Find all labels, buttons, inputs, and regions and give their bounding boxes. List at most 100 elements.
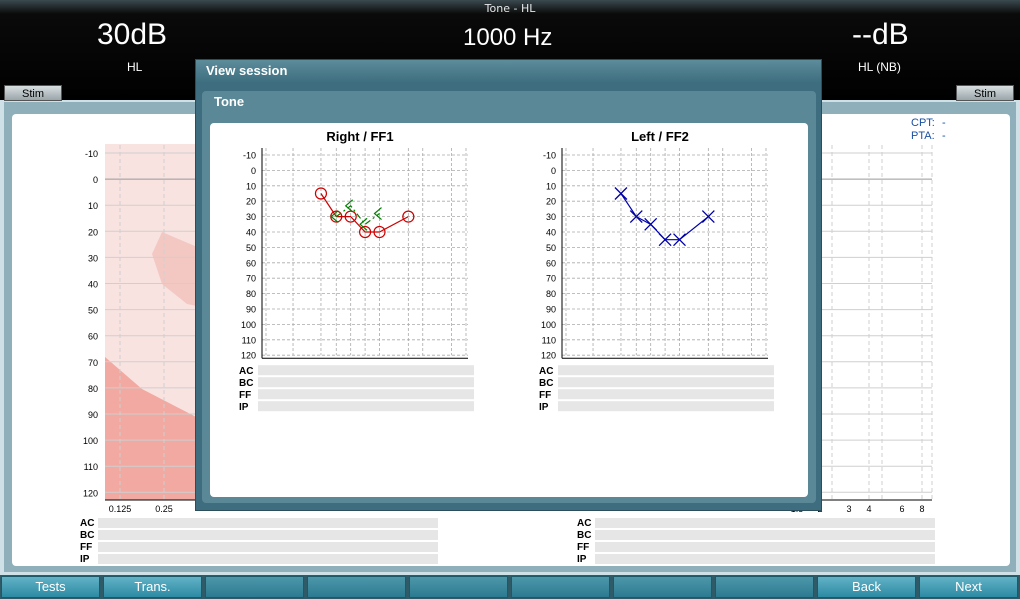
bottom-toolbar: Tests Trans. Back Next (0, 575, 1020, 599)
y-tick-label: -10 (543, 151, 556, 161)
bg-right-row-bar (595, 530, 935, 540)
row-bar (558, 365, 774, 376)
window-title: Tone - HL (484, 2, 536, 15)
toolbar-button-back[interactable]: Back (817, 576, 916, 598)
bg-left-row-bar (98, 518, 438, 528)
stim-left-button[interactable]: Stim (4, 85, 62, 101)
row-label: IP (539, 402, 549, 413)
data-point-chevron (344, 199, 354, 213)
bg-y-tick: 110 (84, 462, 98, 472)
bg-left-row-bar (98, 530, 438, 540)
bg-y-tick: 100 (83, 436, 98, 446)
row-label: BC (539, 378, 553, 389)
right-level-readout: --dB (852, 18, 909, 51)
bg-right-row-label: BC (577, 530, 591, 541)
y-tick-label: 50 (246, 243, 256, 253)
pta-value: - (942, 130, 946, 142)
row-label: AC (239, 366, 253, 377)
y-tick-label: 100 (541, 320, 556, 330)
tone-results-panel: Right / FF1 -10 0 10 20 30 40 50 60 70 80 90 100 110 1… (210, 123, 808, 497)
bg-right-x-tick: 3 (846, 504, 851, 514)
row-label: BC (239, 378, 253, 389)
bg-left-row-label: IP (80, 554, 90, 565)
y-tick-label: 80 (246, 289, 256, 299)
row-bar (258, 377, 474, 388)
bg-left-row-bar (98, 554, 438, 564)
bg-right-x-tick: 6 (899, 504, 904, 514)
cpt-label: CPT: (911, 117, 935, 129)
bg-left-x-tick: 0.125 (109, 504, 132, 514)
bg-left-row-bar (98, 542, 438, 552)
bg-y-tick: 30 (88, 253, 98, 263)
y-tick-label: 30 (246, 212, 256, 222)
y-tick-label: 70 (246, 274, 256, 284)
bg-y-tick: 90 (88, 410, 98, 420)
bg-y-tick: 70 (88, 358, 98, 368)
toolbar-button-next[interactable]: Next (919, 576, 1018, 598)
y-tick-label: 120 (241, 351, 256, 361)
bg-y-tick: 40 (88, 280, 98, 290)
row-bar (258, 365, 474, 376)
y-tick-label: 110 (242, 335, 256, 345)
bg-left-row-label: AC (80, 518, 94, 529)
data-point-chevron (373, 207, 382, 220)
y-tick-label: 10 (546, 181, 556, 191)
toolbar-button-empty-4 (409, 576, 508, 598)
bg-right-row-bar (595, 542, 935, 552)
y-tick-label: -10 (243, 151, 256, 161)
right-unit-label: HL (NB) (858, 60, 901, 74)
bg-y-tick: -10 (85, 149, 98, 159)
session-audiograms: Right / FF1-1001020304050607080901001101… (239, 129, 774, 413)
frequency-readout: 1000 Hz (463, 24, 553, 51)
chart-title: Left / FF2 (631, 129, 689, 144)
stim-right-button[interactable]: Stim (956, 85, 1014, 101)
bg-left-row-label: FF (80, 542, 92, 553)
bg-left-row-label: BC (80, 530, 94, 541)
y-tick-label: 0 (551, 166, 556, 176)
bg-right-row-label: IP (577, 554, 587, 565)
y-tick-label: 80 (546, 289, 556, 299)
cpt-value: - (942, 117, 946, 129)
y-tick-label: 10 (246, 181, 256, 191)
row-label: FF (539, 390, 551, 401)
bg-right-row-bar (595, 554, 935, 564)
toolbar-button-trans[interactable]: Trans. (103, 576, 202, 598)
row-bar (558, 389, 774, 400)
y-tick-label: 50 (546, 243, 556, 253)
bg-y-tick: 120 (83, 488, 98, 498)
tone-section-title: Tone (214, 94, 245, 109)
bg-y-tick: 10 (88, 201, 98, 211)
row-bar (258, 401, 474, 412)
bg-right-x-tick: 8 (919, 504, 924, 514)
view-session-dialog: View session Tone Right / FF1 -10 0 10 20 30 4… (195, 59, 822, 511)
row-label: IP (239, 402, 249, 413)
y-tick-label: 40 (246, 228, 256, 238)
bg-right-x-tick: 4 (866, 504, 871, 514)
bg-right-row-label: AC (577, 518, 591, 529)
chart-title: Right / FF1 (326, 129, 393, 144)
y-tick-label: 60 (546, 258, 556, 268)
y-tick-label: 0 (251, 166, 256, 176)
y-tick-label: 60 (246, 258, 256, 268)
row-bar (558, 377, 774, 388)
y-tick-label: 70 (546, 274, 556, 284)
y-tick-label: 110 (542, 335, 556, 345)
y-tick-label: 120 (541, 351, 556, 361)
row-bar (258, 389, 474, 400)
bg-y-tick: 20 (88, 227, 98, 237)
y-tick-label: 30 (546, 212, 556, 222)
row-label: AC (539, 366, 553, 377)
dialog-title: View session (196, 60, 821, 82)
bg-left-x-tick: 0.25 (155, 504, 173, 514)
toolbar-button-empty-6 (613, 576, 712, 598)
y-tick-label: 40 (546, 228, 556, 238)
y-tick-label: 20 (546, 197, 556, 207)
toolbar-button-empty-3 (307, 576, 406, 598)
row-bar (558, 401, 774, 412)
toolbar-button-tests[interactable]: Tests (1, 576, 100, 598)
bg-y-tick: 60 (88, 332, 98, 342)
left-level-readout: 30dB (97, 18, 168, 51)
toolbar-button-empty-5 (511, 576, 610, 598)
toolbar-button-empty-7 (715, 576, 814, 598)
y-tick-label: 90 (246, 305, 256, 315)
